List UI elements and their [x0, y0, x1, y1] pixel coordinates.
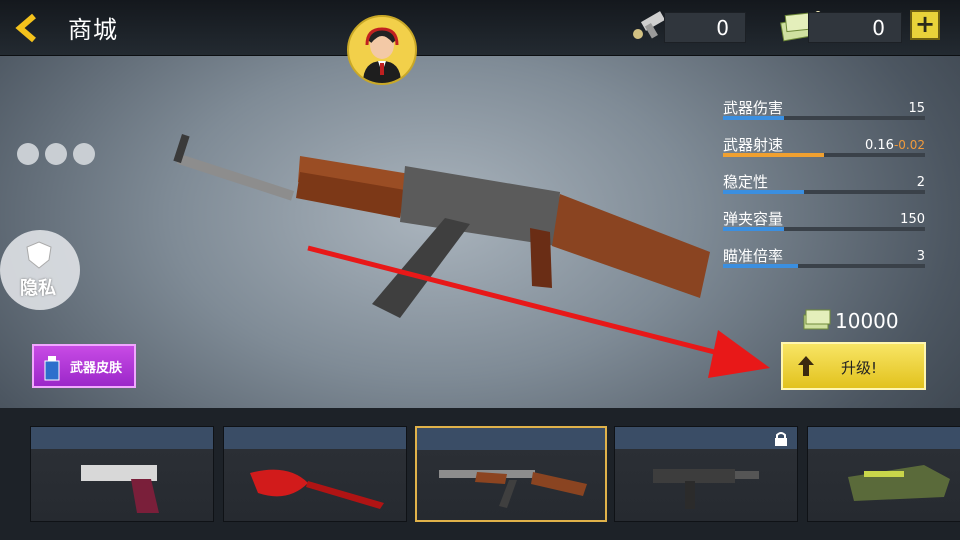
- stat-delta: -0.02: [893, 138, 925, 152]
- weapon-stats-panel: 武器伤害 15 武器射速 0.16-0.02 稳定性 2 弹夹容量 150 瞄准…: [723, 95, 925, 280]
- cash-counter: 0: [808, 12, 902, 43]
- stat-bar: [723, 116, 925, 120]
- stat-value: 15: [908, 101, 925, 116]
- stat-value: 2: [916, 175, 925, 190]
- stat-label: 稳定性: [723, 173, 769, 191]
- agent-icon: [363, 27, 401, 83]
- customer-service-avatar[interactable]: [347, 15, 417, 85]
- upgrade-label: 升级!: [841, 359, 878, 377]
- weapon-star-rating: [17, 143, 101, 169]
- stat-row: 武器伤害 15: [723, 95, 925, 132]
- privacy-button[interactable]: 隐私: [0, 230, 80, 310]
- weapon-token-count: 0: [716, 16, 729, 40]
- spray-can-icon: [44, 356, 60, 381]
- weapon-skin-button[interactable]: 武器皮肤: [32, 344, 136, 388]
- stat-bar: [723, 227, 925, 231]
- star-icon: [45, 143, 67, 165]
- up-arrow-icon: [798, 356, 814, 376]
- p90-icon: [848, 465, 950, 501]
- pistol-icon: [81, 465, 159, 513]
- stat-label: 武器射速: [723, 136, 784, 154]
- back-button[interactable]: [14, 12, 46, 44]
- weapon-token-counter: 0: [664, 12, 746, 43]
- stat-row: 弹夹容量 150: [723, 206, 925, 243]
- upgrade-button[interactable]: 升级!: [781, 342, 926, 390]
- cash-icon: [803, 309, 831, 330]
- stat-value: 150: [900, 212, 925, 227]
- add-currency-button[interactable]: +: [910, 10, 940, 40]
- star-icon: [73, 143, 95, 165]
- stat-bar: [723, 153, 925, 157]
- stat-bar: [723, 190, 925, 194]
- price-value: 10000: [835, 309, 899, 333]
- upgrade-price: 10000: [802, 307, 899, 337]
- weapon-card-smg[interactable]: [614, 426, 798, 522]
- weapon-card-p90[interactable]: [807, 426, 960, 522]
- smg-icon: [653, 469, 759, 509]
- stat-label: 弹夹容量: [723, 210, 784, 228]
- stat-bar: [723, 264, 925, 268]
- stat-value: 0.16-0.02: [864, 138, 925, 153]
- shield-icon: [26, 241, 52, 269]
- stat-row: 稳定性 2: [723, 169, 925, 206]
- top-bar: 商城 0 0 +: [0, 0, 960, 56]
- lock-icon: [775, 432, 787, 446]
- rifle-icon: [439, 470, 587, 508]
- star-icon: [17, 143, 39, 165]
- stat-row: 瞄准倍率 3: [723, 243, 925, 280]
- privacy-label: 隐私: [20, 278, 56, 299]
- stat-value: 3: [916, 249, 925, 264]
- weapon-card-desert-eagle[interactable]: [30, 426, 214, 522]
- red-arrow-annotation: [307, 245, 770, 378]
- stat-label: 武器伤害: [723, 99, 784, 117]
- back-arrow-icon: [15, 13, 36, 43]
- weapon-skin-label: 武器皮肤: [70, 361, 123, 376]
- weapon-carousel: [0, 408, 960, 540]
- weapon-card-ak47[interactable]: [415, 426, 607, 522]
- weapon-card-butterfly-knife[interactable]: [223, 426, 407, 522]
- stat-label: 瞄准倍率: [723, 247, 784, 265]
- stat-row: 武器射速 0.16-0.02: [723, 132, 925, 169]
- page-title: 商城: [68, 16, 118, 44]
- cash-count: 0: [872, 16, 885, 40]
- knife-icon: [250, 469, 384, 509]
